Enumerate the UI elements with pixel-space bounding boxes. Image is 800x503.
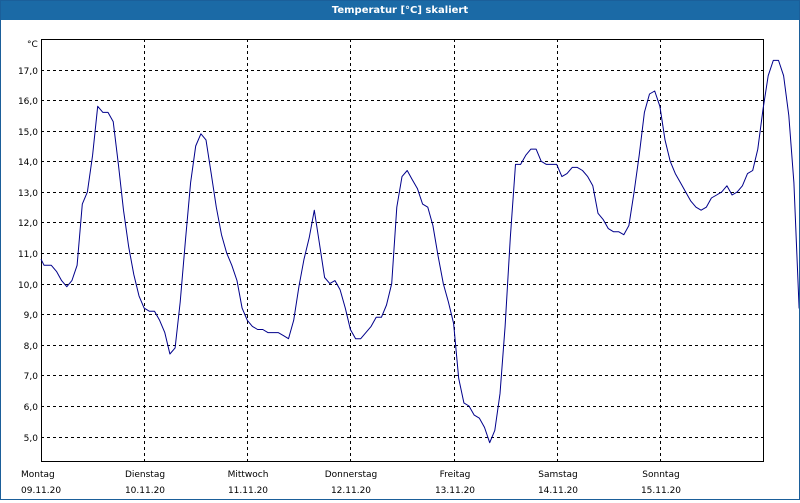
y-tick-label: 6,0	[24, 403, 39, 413]
plot-frame	[41, 39, 764, 462]
temperature-series-line	[40, 59, 800, 444]
grid	[41, 39, 763, 461]
y-tick-label: 10,0	[18, 281, 38, 291]
x-date-label: 09.11.20	[21, 486, 61, 496]
window-title: Temperatur [°C] skaliert	[1, 1, 799, 20]
y-axis-unit-label: °C	[27, 40, 38, 50]
x-day-label: Sonntag	[642, 470, 679, 480]
axes	[41, 39, 764, 462]
y-tick-label: 17,0	[18, 67, 38, 77]
temperature-chart: 5,0 6,0 7,0 8,0 9,0 10,0 11,0 12,0 13,0 14,0 15,0 1…	[18, 39, 800, 496]
x-day-label: Freitag	[440, 470, 471, 480]
x-day-label: Montag	[21, 470, 55, 480]
y-tick-label: 12,0	[18, 219, 38, 229]
y-tick-label: 14,0	[18, 158, 38, 168]
x-date-label: 10.11.20	[125, 486, 165, 496]
y-tick-label: 7,0	[24, 372, 39, 382]
y-tick-label: 9,0	[24, 311, 39, 321]
series-group	[40, 59, 800, 444]
chart-area: 5,0 6,0 7,0 8,0 9,0 10,0 11,0 12,0 13,0 14,0 15,0 1…	[1, 21, 800, 499]
x-day-label: Samstag	[538, 470, 577, 480]
y-tick-label: 16,0	[18, 97, 38, 107]
x-day-label: Mittwoch	[228, 470, 269, 480]
x-date-label: 15.11.20	[641, 486, 681, 496]
y-tick-label: 11,0	[18, 250, 38, 260]
x-date-label: 14.11.20	[538, 486, 578, 496]
x-date-label: 11.11.20	[228, 486, 268, 496]
x-date-label: 12.11.20	[331, 486, 371, 496]
x-day-label: Dienstag	[125, 470, 165, 480]
y-tick-label: 15,0	[18, 128, 38, 138]
x-day-label: Donnerstag	[325, 470, 378, 480]
y-tick-label: 13,0	[18, 189, 38, 199]
tick-labels: 5,0 6,0 7,0 8,0 9,0 10,0 11,0 12,0 13,0 14,0 15,0 1…	[18, 40, 681, 496]
x-date-label: 13.11.20	[435, 486, 475, 496]
y-tick-label: 8,0	[24, 342, 39, 352]
y-tick-label: 5,0	[24, 434, 39, 444]
chart-window: Temperatur [°C] skaliert 5,0 6,0 7,0 8,0 9,0…	[0, 0, 800, 500]
